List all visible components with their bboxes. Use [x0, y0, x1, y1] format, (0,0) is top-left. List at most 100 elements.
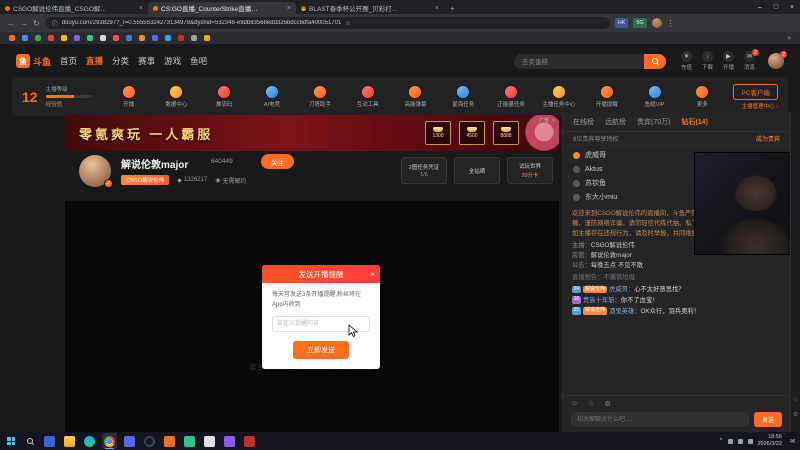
- toolbar-item-datacenter[interactable]: 数据中心: [159, 85, 193, 108]
- webcam-overlay[interactable]: [695, 153, 800, 254]
- volume-icon[interactable]: [737, 438, 743, 444]
- taskbar-search-button[interactable]: [22, 433, 37, 449]
- chrome-browser-button[interactable]: [102, 433, 117, 449]
- follow-button[interactable]: 关注: [261, 154, 294, 169]
- horn-card[interactable]: 全站晒: [454, 157, 500, 184]
- nav-item-games[interactable]: 游戏: [164, 55, 181, 67]
- streamer-avatar[interactable]: ✓: [79, 155, 113, 188]
- bookmark-favicon[interactable]: [22, 35, 28, 41]
- edge-browser-button[interactable]: [82, 433, 97, 449]
- ad-banner[interactable]: 零氪爽玩 一人霸服 1300 4500 8888 广告 ×: [65, 115, 559, 151]
- pinned-app-button[interactable]: [182, 433, 197, 449]
- trial-card[interactable]: 试玩世界 20分卡: [507, 157, 553, 184]
- toolbar-item-vip[interactable]: 鱼翅VIP: [638, 85, 672, 108]
- tab-voyage-rank[interactable]: 远航榜: [605, 117, 626, 127]
- refresh-icon[interactable]: ↻: [33, 19, 40, 28]
- recharge-button[interactable]: ¥ 充值: [680, 51, 692, 71]
- bookmark-favicon[interactable]: [139, 35, 145, 41]
- bookmark-favicon[interactable]: [74, 35, 80, 41]
- bookmark-favicon[interactable]: [204, 35, 210, 41]
- task-view-button[interactable]: [42, 433, 57, 449]
- nav-item-home[interactable]: 首页: [60, 55, 77, 67]
- bookmark-favicon[interactable]: [100, 35, 106, 41]
- toolbar-item-danmu[interactable]: 高能弹幕: [398, 85, 432, 108]
- notification-center-icon[interactable]: ✉: [790, 438, 795, 445]
- network-icon[interactable]: [727, 438, 733, 444]
- bookmark-favicon[interactable]: [61, 35, 67, 41]
- extension-badge-hk[interactable]: HK: [614, 18, 629, 28]
- address-field[interactable]: ⓘ douyu.com/2938297?_r=0.555553242731349…: [44, 17, 610, 29]
- bookmark-star-icon[interactable]: ☆: [345, 20, 350, 27]
- pinned-app-button[interactable]: [142, 433, 157, 449]
- window-maximize-button[interactable]: □: [768, 4, 784, 11]
- browser-profile-avatar[interactable]: [651, 18, 662, 28]
- chat-send-button[interactable]: 发送: [754, 412, 782, 427]
- toolbar-item-task-center[interactable]: 主播任务中心: [542, 85, 576, 108]
- window-close-button[interactable]: ×: [784, 4, 800, 11]
- browser-tab-3[interactable]: BLAST春季杯公开赛_贝彩打… ×: [296, 2, 444, 14]
- file-explorer-button[interactable]: [62, 433, 77, 449]
- manage-center-link[interactable]: 主播管理中心 ›: [742, 102, 778, 110]
- back-icon[interactable]: ←: [7, 19, 15, 28]
- chat-user-name[interactable]: 酒鬼英雄：: [609, 308, 640, 315]
- pinned-app-button[interactable]: [242, 433, 257, 449]
- pinned-app-button[interactable]: [122, 433, 137, 449]
- task-voucher-card[interactable]: 2图任务凭证 1/5: [401, 157, 447, 184]
- browser-menu-icon[interactable]: ⋮: [667, 19, 675, 28]
- start-button[interactable]: [5, 433, 17, 449]
- emoji-icon[interactable]: ☺: [571, 400, 578, 408]
- banner-close-icon[interactable]: ×: [552, 118, 555, 124]
- messages-button[interactable]: ✉ 消息 2: [743, 49, 759, 71]
- extension-badge-5g[interactable]: 5G: [633, 18, 647, 28]
- bookmark-favicon[interactable]: [35, 35, 41, 41]
- toolbar-item-more[interactable]: 更多: [685, 85, 719, 108]
- pinned-app-button[interactable]: [222, 433, 237, 449]
- tab-close-icon[interactable]: ×: [287, 5, 291, 12]
- bookmark-favicon[interactable]: [48, 35, 54, 41]
- go-live-button[interactable]: ▶ 开播: [722, 51, 734, 71]
- toolbar-item-streamkey[interactable]: 推流码: [207, 85, 241, 108]
- bookmarks-overflow-icon[interactable]: »: [787, 35, 791, 42]
- gift-icon[interactable]: ☆: [588, 400, 594, 408]
- browser-tab-2-active[interactable]: CS:GO直播_CounterStrike直播… ×: [148, 2, 296, 14]
- tab-diamond[interactable]: 钻石(14): [681, 117, 707, 127]
- chat-user-name[interactable]: 贵族十年斩：: [583, 297, 621, 304]
- site-info-icon[interactable]: ⓘ: [52, 19, 58, 28]
- tray-chevron-icon[interactable]: ^: [720, 438, 723, 444]
- dock-gift-icon[interactable]: ☆: [793, 396, 798, 403]
- tab-vip[interactable]: 贵宾(70万): [637, 117, 670, 127]
- nav-item-categories[interactable]: 分类: [112, 55, 129, 67]
- bookmark-favicon[interactable]: [126, 35, 132, 41]
- send-reminder-button[interactable]: 立即发送: [293, 341, 349, 360]
- search-button[interactable]: [643, 53, 666, 69]
- toolbar-item-golive[interactable]: 开播: [112, 85, 146, 108]
- pc-client-button[interactable]: PC客户端: [733, 83, 778, 100]
- modal-close-icon[interactable]: ×: [370, 265, 375, 283]
- bookmark-favicon[interactable]: [178, 35, 184, 41]
- nav-item-yuba[interactable]: 鱼吧: [190, 55, 207, 67]
- nav-item-esports[interactable]: 赛事: [138, 55, 155, 67]
- toolbar-item-interact-tools[interactable]: 互动工具: [351, 85, 385, 108]
- nav-item-live[interactable]: 直播: [86, 55, 103, 67]
- bookmark-favicon[interactable]: [87, 35, 93, 41]
- download-button[interactable]: ↓ 下载: [701, 51, 713, 71]
- become-vip-link[interactable]: 成为贵宾: [756, 134, 780, 143]
- taskbar-clock[interactable]: 18:56 2026/3/22: [758, 434, 785, 448]
- toolbar-item-star-task[interactable]: 星海任务: [446, 85, 480, 108]
- chat-user-name[interactable]: 虎威哥：: [609, 286, 634, 293]
- forward-icon[interactable]: →: [20, 19, 28, 28]
- bookmark-favicon[interactable]: [113, 35, 119, 41]
- toolbar-item-dota-helper[interactable]: 刀塔助手: [303, 85, 337, 108]
- site-search-input[interactable]: 去买蛋糕: [513, 53, 666, 69]
- tab-close-icon[interactable]: ×: [139, 5, 143, 12]
- pinned-app-button[interactable]: [162, 433, 177, 449]
- bookmark-favicon[interactable]: [165, 35, 171, 41]
- toolbar-item-ai[interactable]: AI电竞: [255, 85, 289, 108]
- toolbar-item-positive-task[interactable]: 正能量任务: [494, 85, 528, 108]
- user-avatar[interactable]: 2: [768, 51, 787, 69]
- window-minimize-button[interactable]: –: [752, 4, 768, 11]
- tab-online-rank[interactable]: 在线榜: [573, 117, 594, 127]
- browser-tab-1[interactable]: CSGO解说伦伟直播_CSGO解… ×: [0, 2, 148, 14]
- bookmark-favicon[interactable]: [9, 35, 15, 41]
- battery-icon[interactable]: [747, 438, 753, 444]
